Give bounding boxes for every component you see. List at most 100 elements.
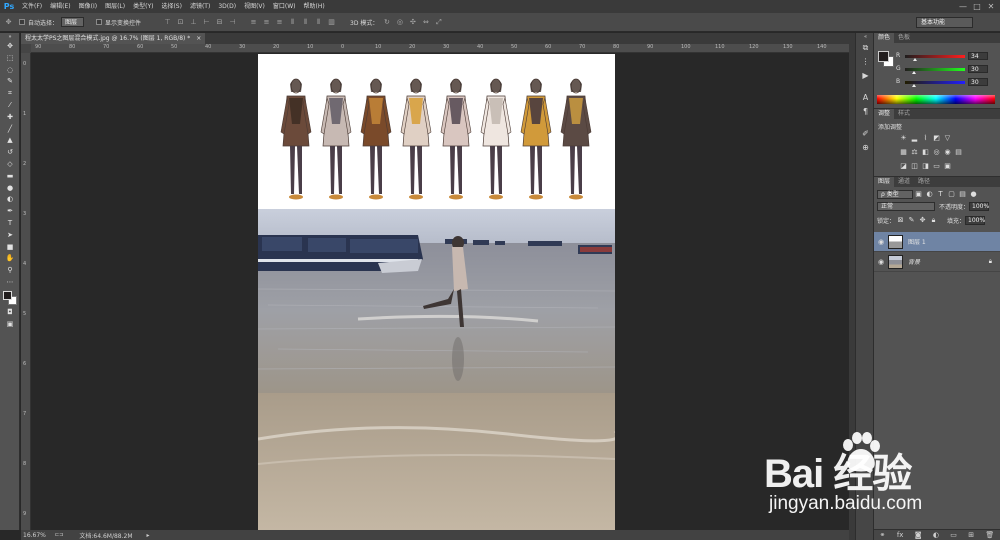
lock-transparent-icon[interactable]: ⊠ [895, 215, 906, 225]
menu-filter[interactable]: 滤镜(T) [186, 0, 214, 13]
dock-collapse-icon[interactable]: « [856, 33, 875, 41]
add-mask-icon[interactable]: ◙ [915, 531, 922, 539]
menu-select[interactable]: 选择(S) [157, 0, 186, 13]
document-tab-close-icon[interactable]: × [196, 35, 201, 42]
distribute-right-icon[interactable]: ⦀ [314, 18, 323, 27]
layer-row[interactable]: ◉ 图层 1 [874, 232, 1000, 252]
new-adjustment-icon[interactable]: ◐ [933, 531, 939, 539]
pen-tool-icon[interactable]: ✒ [0, 206, 20, 218]
layer-filter-dropdown[interactable]: ρ 类型 [877, 189, 913, 199]
filter-shape-icon[interactable]: ▢ [946, 189, 957, 199]
3d-scale-icon[interactable]: ⤢ [434, 18, 443, 27]
status-menu-arrow-icon[interactable]: ▸ [147, 532, 150, 539]
tab-adjustments[interactable]: 调整 [874, 109, 895, 119]
menu-view[interactable]: 视图(V) [240, 0, 269, 13]
align-vcenter-icon[interactable]: ⊡ [176, 18, 185, 27]
minimize-button[interactable]: — [956, 0, 970, 13]
layer-name[interactable]: 图层 1 [908, 237, 1000, 246]
visibility-eye-icon[interactable]: ◉ [874, 238, 888, 246]
layer-row[interactable]: ◉ 背景 🔒︎ [874, 252, 1000, 272]
menu-help[interactable]: 帮助(H) [300, 0, 329, 13]
gradient-map-icon[interactable]: ▭ [931, 161, 942, 171]
align-top-icon[interactable]: ⊤ [163, 18, 172, 27]
quick-select-tool-icon[interactable]: ✎ [0, 76, 20, 88]
filter-type-icon[interactable]: T [935, 189, 946, 199]
menu-edit[interactable]: 编辑(E) [46, 0, 74, 13]
tab-swatches[interactable]: 色板 [894, 33, 914, 43]
tools-collapse-icon[interactable]: » [0, 33, 20, 41]
red-thumb[interactable] [913, 58, 917, 61]
brush-panel-icon[interactable]: ✐ [856, 127, 875, 141]
align-bottom-icon[interactable]: ⊥ [189, 18, 198, 27]
document-tab[interactable]: 程太太学PS之图层混合模式.jpg @ 16.7% (图层 1, RGB/8) … [21, 33, 206, 44]
distribute-vcenter-icon[interactable]: ≡ [262, 18, 271, 27]
3d-rotate-icon[interactable]: ↻ [382, 18, 391, 27]
layer-name[interactable]: 背景 [908, 257, 989, 266]
history-brush-tool-icon[interactable]: ↺ [0, 147, 20, 159]
blend-mode-dropdown[interactable]: 正常 [877, 202, 935, 211]
path-select-tool-icon[interactable]: ➤ [0, 230, 20, 242]
foreground-color[interactable] [3, 290, 12, 300]
eyedropper-tool-icon[interactable]: ⁄ [0, 100, 20, 112]
eraser-tool-icon[interactable]: ◇ [0, 159, 20, 171]
auto-align-icon[interactable]: ▥ [327, 18, 336, 27]
3d-drag-icon[interactable]: ✣ [408, 18, 417, 27]
green-thumb[interactable] [912, 71, 916, 74]
selective-color-icon[interactable]: ▣ [942, 161, 953, 171]
red-value[interactable]: 34 [968, 52, 988, 60]
menu-image[interactable]: 图像(I) [75, 0, 101, 13]
align-right-icon[interactable]: ⊣ [228, 18, 237, 27]
new-group-icon[interactable]: ▭ [950, 531, 957, 539]
tab-styles[interactable]: 样式 [894, 109, 914, 119]
vibrance-icon[interactable]: ▽ [942, 133, 953, 143]
marquee-tool-icon[interactable]: ⬚ [0, 53, 20, 65]
tab-layers[interactable]: 图层 [874, 177, 895, 187]
curves-icon[interactable]: ⌇ [920, 133, 931, 143]
red-slider[interactable]: R 34 [896, 52, 1000, 61]
exposure-icon[interactable]: ◩ [931, 133, 942, 143]
green-slider[interactable]: G 30 [896, 65, 1000, 74]
green-value[interactable]: 30 [968, 65, 988, 73]
color-panel-foreground[interactable] [878, 51, 889, 62]
distribute-left-icon[interactable]: ⦀ [288, 18, 297, 27]
filter-toggle-icon[interactable]: ● [968, 189, 979, 199]
crop-tool-icon[interactable]: ⌗ [0, 88, 20, 100]
shape-tool-icon[interactable]: ■ [0, 242, 20, 254]
tab-paths[interactable]: 路径 [914, 177, 934, 187]
link-layers-icon[interactable]: ⚭ [880, 531, 886, 539]
brush-tool-icon[interactable]: ╱ [0, 124, 20, 136]
distribute-top-icon[interactable]: ≡ [249, 18, 258, 27]
document-canvas[interactable] [258, 54, 615, 530]
tab-color[interactable]: 颜色 [874, 33, 895, 43]
maximize-button[interactable]: □ [970, 0, 984, 13]
new-layer-icon[interactable]: ⊞ [968, 531, 974, 539]
posterize-icon[interactable]: ◫ [909, 161, 920, 171]
move-tool-preset-icon[interactable]: ✥ [4, 18, 13, 27]
status-preview-icon[interactable]: ⊏⊐ [55, 532, 63, 538]
align-left-icon[interactable]: ⊢ [202, 18, 211, 27]
auto-select-target-dropdown[interactable]: 图层 [61, 17, 85, 27]
menu-file[interactable]: 文件(F) [18, 0, 46, 13]
threshold-icon[interactable]: ◨ [920, 161, 931, 171]
character-panel-icon[interactable]: A [856, 91, 875, 105]
3d-roll-icon[interactable]: ◎ [395, 18, 404, 27]
workspace-dropdown[interactable]: 基本功能 [916, 17, 973, 28]
color-lookup-icon[interactable]: ▤ [953, 147, 964, 157]
channel-mixer-icon[interactable]: ◉ [942, 147, 953, 157]
visibility-eye-icon[interactable]: ◉ [874, 258, 888, 266]
align-hcenter-icon[interactable]: ⊟ [215, 18, 224, 27]
3d-slide-icon[interactable]: ⇔ [421, 18, 430, 27]
distribute-hcenter-icon[interactable]: ⦀ [301, 18, 310, 27]
invert-icon[interactable]: ◪ [898, 161, 909, 171]
photo-filter-icon[interactable]: ◎ [931, 147, 942, 157]
screen-mode-icon[interactable]: ▣ [0, 319, 20, 331]
blue-slider[interactable]: B 30 [896, 78, 1000, 87]
quick-mask-icon[interactable]: ◘ [0, 307, 20, 319]
menu-window[interactable]: 窗口(W) [269, 0, 300, 13]
zoom-level[interactable]: 16.67% [23, 532, 51, 539]
tab-channels[interactable]: 通道 [894, 177, 914, 187]
canvas-area[interactable] [31, 53, 849, 530]
hue-saturation-icon[interactable]: ▦ [898, 147, 909, 157]
dots-icon[interactable]: ⋯ [0, 277, 20, 289]
history-panel-icon[interactable]: ⧉ [856, 41, 875, 55]
